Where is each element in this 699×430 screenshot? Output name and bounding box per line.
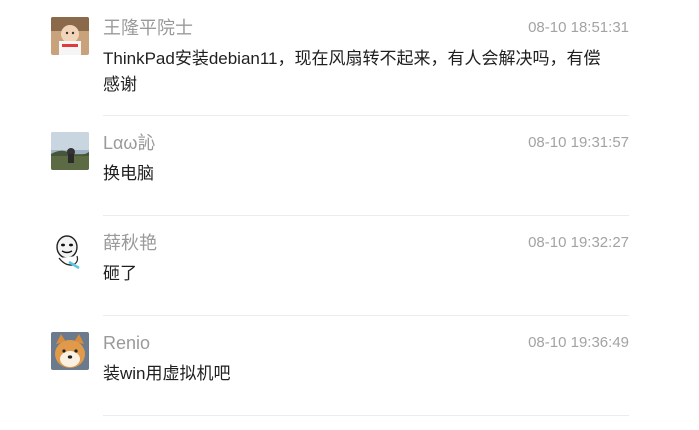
- message-timestamp: 08-10 19:31:57: [528, 134, 629, 151]
- message-timestamp: 08-10 19:36:49: [528, 334, 629, 351]
- divider: [103, 415, 629, 416]
- message-item: Lαω訫 08-10 19:31:57 换电脑: [0, 130, 699, 230]
- sender-name[interactable]: 薛秋艳: [103, 230, 157, 256]
- sender-name[interactable]: Renio: [103, 330, 150, 356]
- message-text: 换电脑: [103, 164, 154, 183]
- message-text: ThinkPad安装debian11，现在风扇转不起来，有人会解决吗，有偿 感谢: [103, 49, 601, 94]
- message-timestamp: 08-10 18:51:31: [528, 19, 629, 36]
- divider: [103, 315, 629, 316]
- avatar-meme-face-icon[interactable]: [51, 232, 89, 270]
- message-timestamp: 08-10 19:32:27: [528, 234, 629, 251]
- sender-name[interactable]: 王隆平院士: [103, 15, 193, 41]
- message-item: 王隆平院士 08-10 18:51:31 ThinkPad安装debian11，…: [0, 15, 699, 116]
- message-item: Renio 08-10 19:36:49 装win用虚拟机吧: [0, 330, 699, 430]
- divider: [103, 215, 629, 216]
- message-text: 砸了: [103, 264, 137, 283]
- avatar-shiba-dog-icon[interactable]: [51, 332, 89, 370]
- sender-name[interactable]: Lαω訫: [103, 130, 155, 156]
- message-text: 装win用虚拟机吧: [103, 364, 231, 383]
- message-item: 薛秋艳 08-10 19:32:27 砸了: [0, 230, 699, 330]
- avatar-landscape-photo-icon[interactable]: [51, 132, 89, 170]
- message-list: 王隆平院士 08-10 18:51:31 ThinkPad安装debian11，…: [0, 0, 699, 426]
- avatar-child-photo-icon[interactable]: [51, 17, 89, 55]
- divider: [103, 115, 629, 116]
